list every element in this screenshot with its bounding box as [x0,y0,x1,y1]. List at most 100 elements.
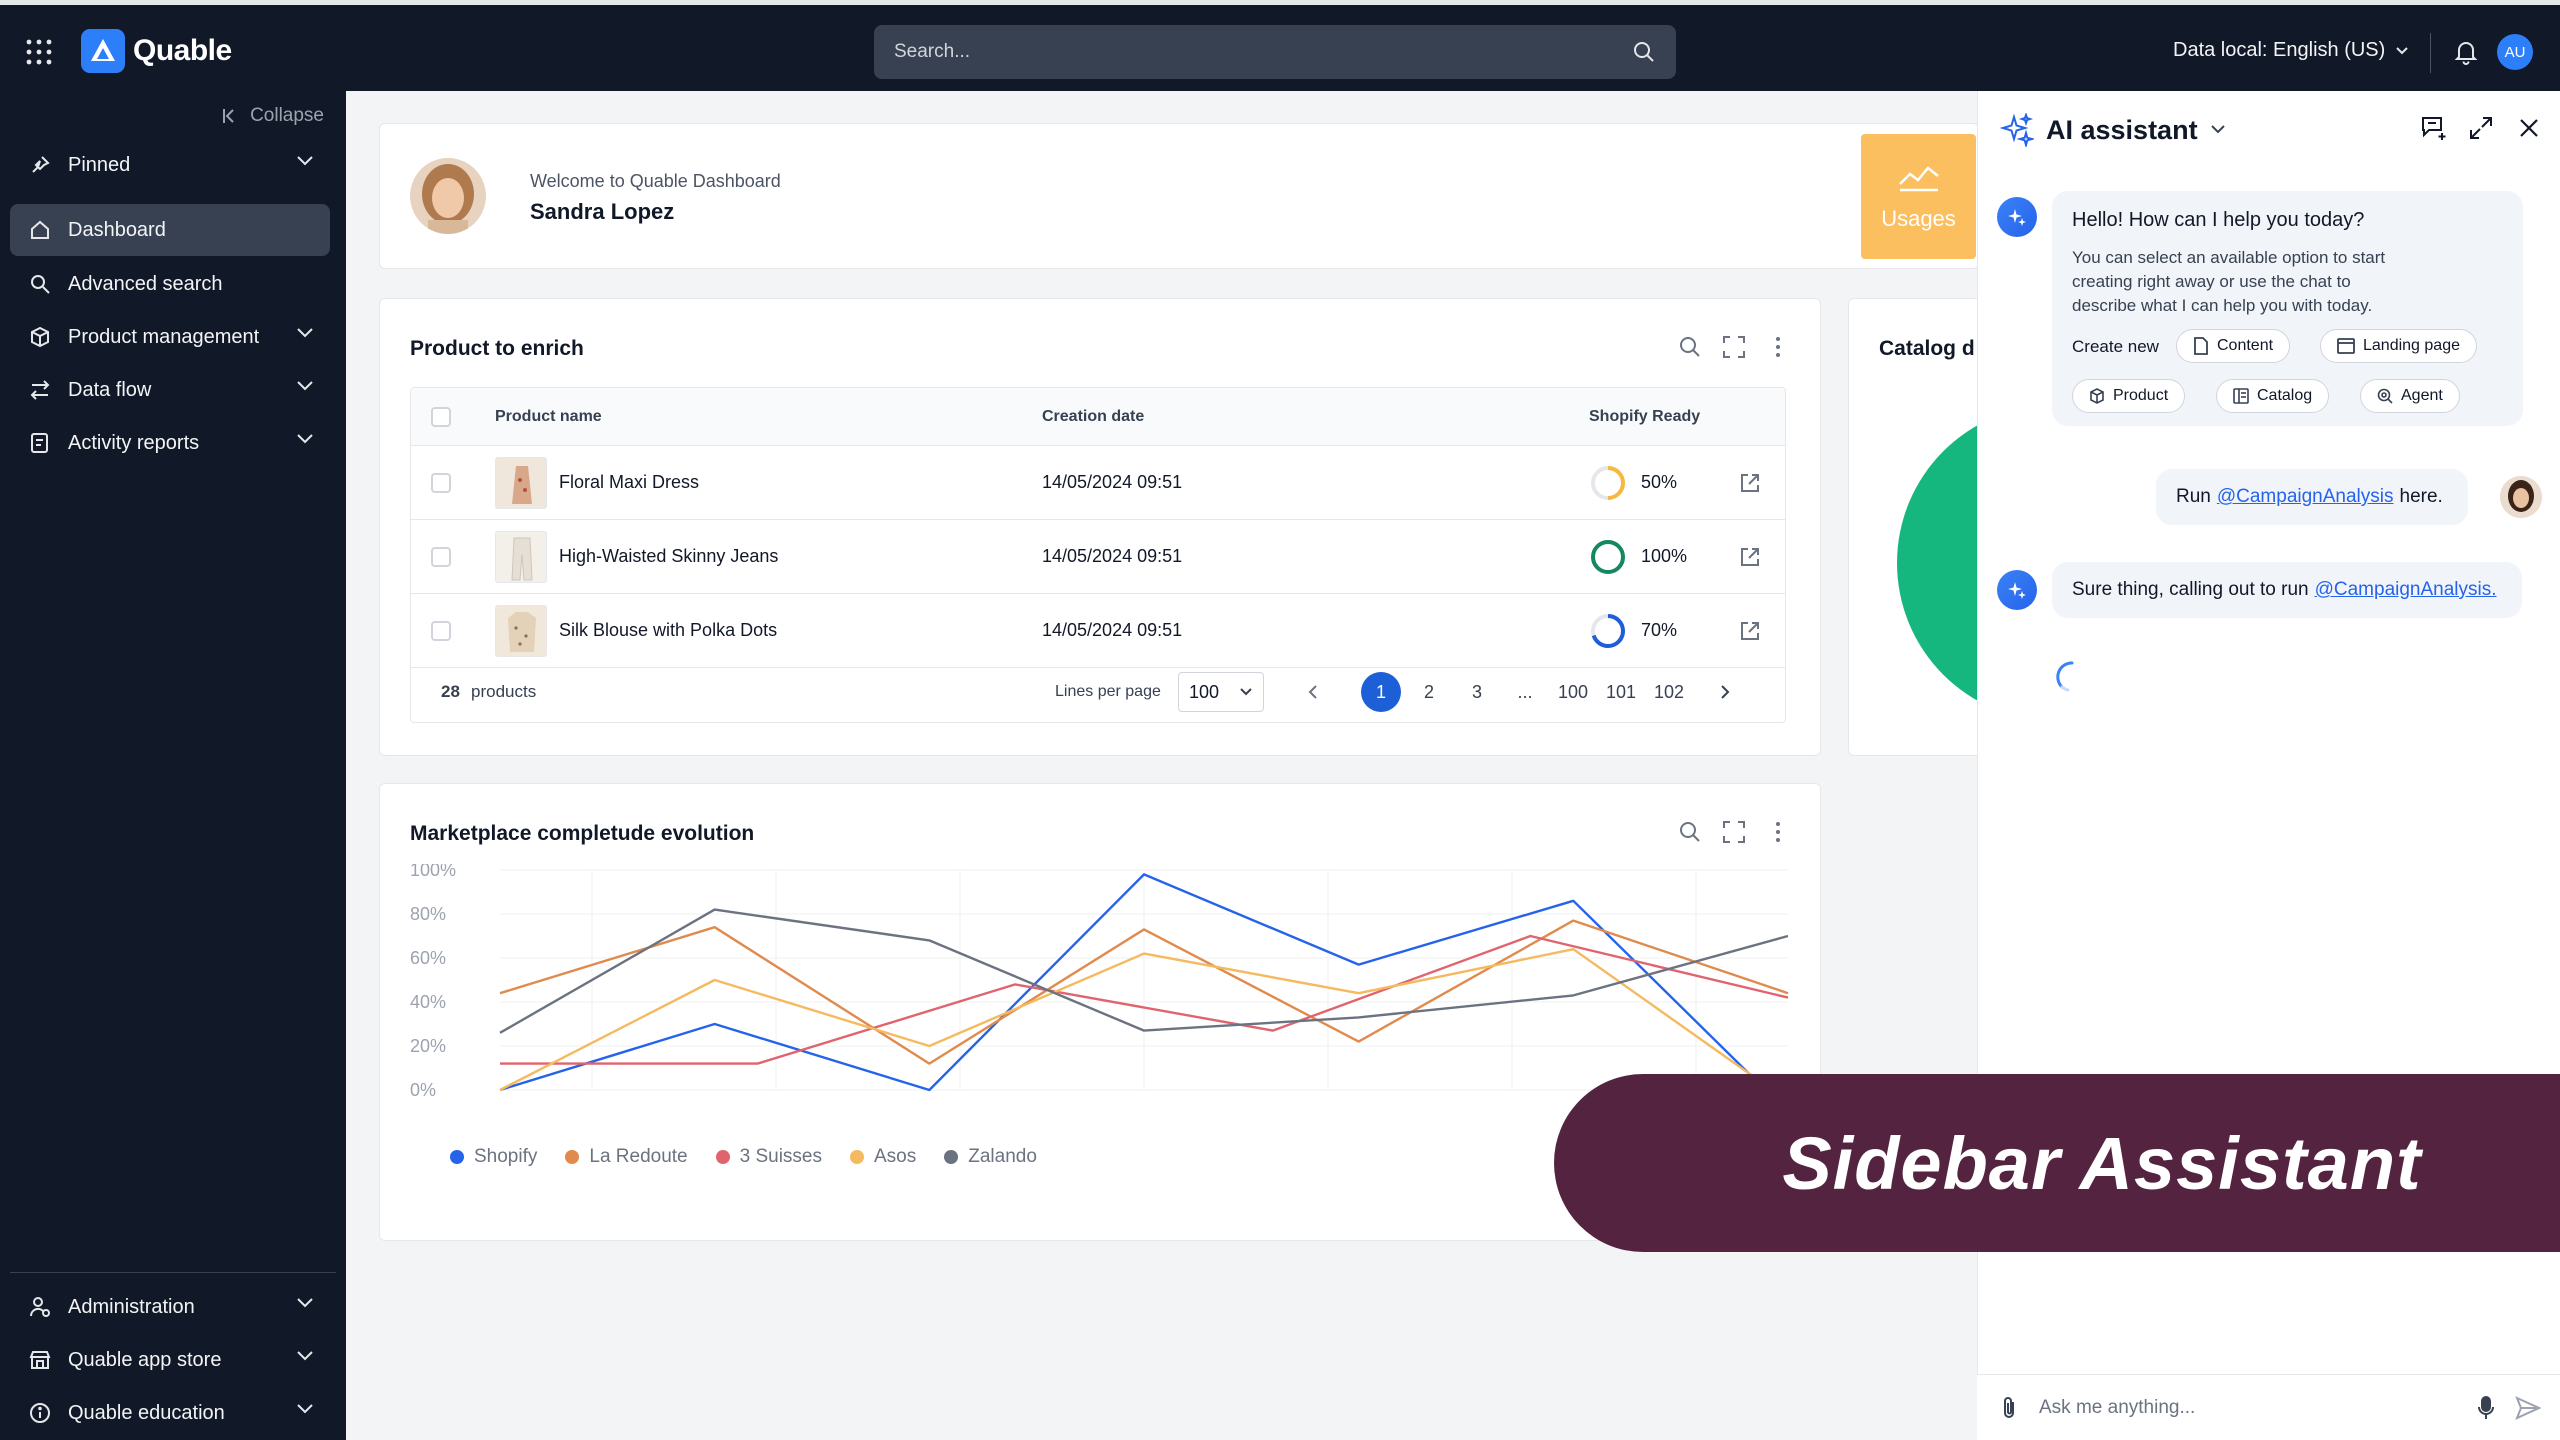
sidebar-item-product-management[interactable]: Product management [10,311,330,363]
lines-per-page-select[interactable]: 100 [1178,672,1264,712]
info-icon [28,1401,52,1425]
ai-bot-avatar [1997,197,2037,237]
column-header[interactable]: Product name [495,388,602,445]
page-button[interactable]: 100 [1553,672,1593,712]
sidebar-item-label: Product management [68,325,260,348]
fullscreen-icon[interactable] [1722,820,1746,844]
create-landing-page-chip[interactable]: Landing page [2320,329,2477,363]
legend-item[interactable]: Asos [850,1146,916,1168]
collapse-button[interactable]: Collapse [222,105,324,127]
sidebar-item-label: Activity reports [68,431,200,454]
legend-item[interactable]: 3 Suisses [715,1146,822,1168]
external-link-icon[interactable] [1739,594,1761,667]
new-chat-icon[interactable] [2420,115,2446,141]
page-button[interactable]: 101 [1601,672,1641,712]
more-vertical-icon[interactable] [1766,820,1790,844]
ai-panel-header[interactable]: AI assistant [2000,113,2226,147]
chip-label: Content [2217,337,2274,354]
more-vertical-icon[interactable] [1766,335,1790,359]
shopify-ready-value: 100% [1641,546,1688,566]
table-row[interactable]: Floral Maxi Dress 14/05/2024 09:51 50% [411,446,1785,520]
search-icon[interactable] [1678,820,1702,844]
microphone-icon[interactable] [2477,1395,2495,1421]
legend-item[interactable]: Shopify [450,1146,537,1168]
search-icon[interactable] [1678,335,1702,359]
create-catalog-chip[interactable]: Catalog [2216,379,2330,413]
sidebar-item-app-store[interactable]: Quable app store [10,1334,330,1386]
user-avatar[interactable]: AU [2497,34,2533,70]
close-icon[interactable] [2516,115,2542,141]
arrows-exchange-icon [28,378,52,402]
search-input[interactable] [894,41,1632,63]
send-icon[interactable] [2515,1396,2541,1420]
create-product-chip[interactable]: Product [2072,379,2186,413]
chevron-down-icon [296,327,314,339]
product-name[interactable]: Silk Blouse with Polka Dots [559,620,777,641]
search-icon[interactable] [1632,40,1656,64]
next-page-button[interactable] [1705,672,1745,712]
apps-grid-icon[interactable] [26,39,52,65]
usages-button[interactable]: Usages [1861,134,1976,259]
sidebar-item-education[interactable]: Quable education [10,1387,330,1439]
card-tools [1678,335,1790,359]
external-link-icon[interactable] [1739,446,1761,519]
chip-label: Landing page [2363,337,2460,354]
column-header[interactable]: Creation date [1042,388,1144,445]
chevron-down-icon [2395,46,2409,56]
card-title: Product to enrich [410,337,584,360]
row-checkbox[interactable] [431,620,451,641]
product-count-label: products [471,682,537,701]
page-button-current[interactable]: 1 [1361,672,1401,712]
progress-ring [1591,465,1625,500]
prev-page-button[interactable] [1293,672,1333,712]
ai-chat-input[interactable] [2039,1391,2439,1425]
column-header[interactable]: Shopify Ready [1589,388,1700,445]
expand-icon[interactable] [2468,115,2494,141]
collapse-icon [222,107,240,125]
fullscreen-icon[interactable] [1722,335,1746,359]
chevron-down-icon [1239,687,1253,697]
sidebar-item-advanced-search[interactable]: Advanced search [10,258,330,310]
box-icon [28,325,52,349]
y-tick-label: 0% [410,1080,436,1100]
paperclip-icon[interactable] [1999,1395,2019,1421]
page-button[interactable]: 102 [1649,672,1689,712]
ai-reply-prefix: Sure thing, calling out to run [2072,579,2309,600]
page-button[interactable]: 3 [1457,672,1497,712]
legend-label: 3 Suisses [739,1146,822,1167]
mention-link[interactable]: @CampaignAnalysis. [2315,579,2497,601]
legend-label: Shopify [474,1146,538,1167]
app-logo[interactable]: Quable [81,29,232,73]
sidebar-item-dashboard[interactable]: Dashboard [10,204,330,256]
product-name[interactable]: High-Waisted Skinny Jeans [559,546,778,567]
chevron-down-icon [296,1403,314,1415]
welcome-card: Welcome to Quable Dashboard Sandra Lopez [379,123,1979,269]
select-all-checkbox[interactable] [431,406,451,427]
bell-icon[interactable] [2454,39,2478,65]
sidebar-item-label: Data flow [68,378,152,401]
sidebar-item-activity-reports[interactable]: Activity reports [10,417,330,469]
language-selector[interactable]: Data local: English (US) [2173,39,2409,62]
sidebar-item-administration[interactable]: Administration [10,1281,330,1333]
sidebar-item-label: Dashboard [68,218,166,241]
row-checkbox[interactable] [431,472,451,493]
create-content-chip[interactable]: Content [2176,329,2291,363]
table-row[interactable]: Silk Blouse with Polka Dots 14/05/2024 0… [411,594,1785,668]
page-button[interactable]: 2 [1409,672,1449,712]
legend-item[interactable]: La Redoute [565,1146,688,1168]
user-gear-icon [28,1295,52,1319]
sidebar-item-pinned[interactable]: Pinned [10,139,330,191]
product-name[interactable]: Floral Maxi Dress [559,472,699,493]
table-row[interactable]: High-Waisted Skinny Jeans 14/05/2024 09:… [411,520,1785,594]
y-tick-label: 40% [410,992,446,1012]
global-search[interactable] [874,25,1676,79]
chart-line-icon [1898,162,1940,192]
mention-link[interactable]: @CampaignAnalysis [2217,486,2394,508]
external-link-icon[interactable] [1739,520,1761,593]
legend-item[interactable]: Zalando [944,1146,1037,1168]
creation-date: 14/05/2024 09:51 [1042,472,1183,492]
create-agent-chip[interactable]: Agent [2360,379,2460,413]
row-checkbox[interactable] [431,546,451,567]
card-title: Catalog d [1879,337,1975,360]
sidebar-item-data-flow[interactable]: Data flow [10,364,330,416]
